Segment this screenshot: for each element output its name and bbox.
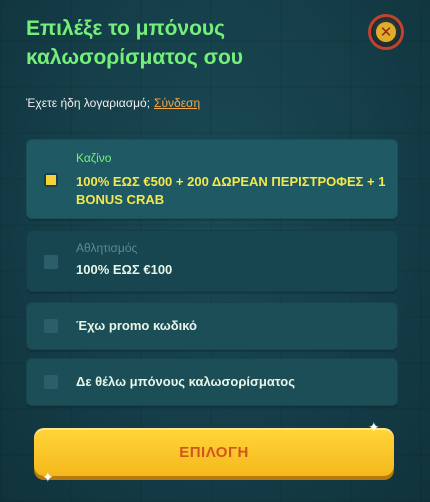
option-no-bonus-label: Δε θέλω μπόνους καλωσορίσματος — [76, 374, 295, 389]
sparkle-icon: ✦ — [368, 419, 380, 435]
option-casino-label: 100% ΕΩΣ €500 + 200 ΔΩΡΕΑΝ ΠΕΡΙΣΤΡΟΦΕΣ +… — [76, 174, 386, 207]
option-promo-code[interactable]: Έχω promo κωδικό — [26, 302, 398, 350]
submit-button[interactable]: ΕΠΙΛΟΓΗ — [34, 428, 394, 476]
option-sports-subtitle: Αθλητισμός — [76, 241, 138, 255]
checkbox-casino[interactable] — [44, 173, 58, 187]
close-icon: ✕ — [376, 22, 396, 42]
option-sports-label: 100% ΕΩΣ €100 — [76, 262, 173, 277]
option-promo-code-label: Έχω promo κωδικό — [76, 318, 197, 333]
login-link[interactable]: Σύνδεση — [154, 96, 200, 110]
page-title: Επιλέξε το μπόνους καλωσορίσματος σου — [26, 17, 244, 69]
close-button[interactable]: ✕ — [368, 14, 404, 50]
option-casino[interactable]: Καζίνο 100% ΕΩΣ €500 + 200 ΔΩΡΕΑΝ ΠΕΡΙΣΤ… — [26, 139, 398, 219]
option-casino-subtitle: Καζίνο — [76, 151, 112, 165]
checkbox-promo-code[interactable] — [44, 319, 58, 333]
sparkle-icon: ✦ — [42, 469, 54, 485]
option-no-bonus[interactable]: Δε θέλω μπόνους καλωσορίσματος — [26, 358, 398, 406]
option-sports[interactable]: Αθλητισμός 100% ΕΩΣ €100 — [26, 230, 398, 292]
checkbox-sports[interactable] — [44, 255, 58, 269]
checkbox-no-bonus[interactable] — [44, 375, 58, 389]
account-text: Έχετε ήδη λογαριασμό; — [26, 96, 151, 110]
account-prompt: Έχετε ήδη λογαριασμό; Σύνδεση — [26, 96, 200, 110]
